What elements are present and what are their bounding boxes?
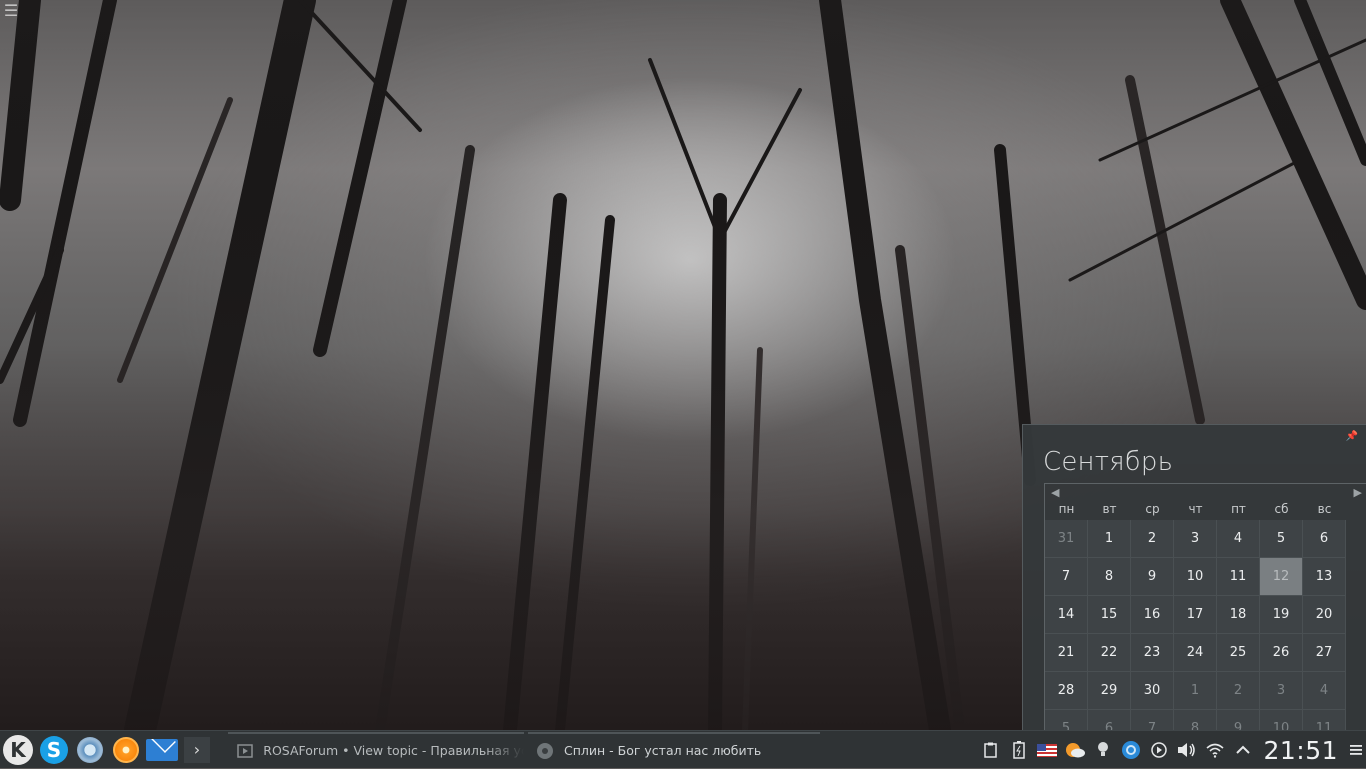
calendar-day[interactable]: 29 [1088,672,1131,710]
digital-clock[interactable]: 21:51 [1263,736,1338,765]
calendar-day[interactable]: 11 [1303,710,1346,730]
chromium-launcher[interactable] [72,732,108,768]
application-menu-button[interactable]: K [0,732,36,768]
calendar-week-row: 7 8 9 10 11 12 13 [1045,558,1366,596]
mail-launcher[interactable] [144,732,180,768]
calendar-day[interactable]: 16 [1131,596,1174,634]
calendar-day[interactable]: 6 [1088,710,1131,730]
orange-app-launcher[interactable] [108,732,144,768]
skype-launcher[interactable]: S [36,732,72,768]
clipboard-icon[interactable] [977,736,1005,764]
previous-month-icon[interactable]: ◀ [1051,486,1059,499]
weekday-label: пт [1231,502,1246,516]
calendar-day[interactable]: 11 [1217,558,1260,596]
media-play-icon[interactable] [1145,736,1173,764]
taskbar: K S › ROSAForum • View topic - Правильна… [0,730,1366,768]
lightbulb-icon[interactable] [1089,736,1117,764]
skype-icon: S [40,735,68,764]
calendar-day[interactable]: 20 [1303,596,1346,634]
media-player-icon [536,742,554,760]
calendar-day[interactable]: 2 [1131,520,1174,558]
window-icon [236,742,253,760]
calendar-grid: ◀ ▶ пн вт ср чт пт сб вс 31 1 2 3 4 5 6 7 8 9 10 11 12 13 14… [1044,483,1366,730]
task-title: Сплин - Бог устал нас любить [564,743,762,758]
task-rosaforum[interactable]: ROSAForum • View topic - Правильная уст [228,731,524,768]
calendar-day[interactable]: 10 [1260,710,1303,730]
weekday-label: вт [1102,502,1117,516]
calendar-day[interactable]: 7 [1045,558,1088,596]
calendar-day[interactable]: 4 [1303,672,1346,710]
next-month-icon[interactable]: ▶ [1354,486,1362,499]
weekday-label: сб [1274,502,1289,516]
calendar-day[interactable]: 1 [1088,520,1131,558]
calendar-day[interactable]: 4 [1217,520,1260,558]
network-browser-icon[interactable] [1117,736,1145,764]
weekday-label: ср [1145,502,1160,516]
kde-menu-icon: K [3,734,33,765]
calendar-day[interactable]: 21 [1045,634,1088,672]
weekday-label: вс [1317,502,1332,516]
calendar-week-row: 31 1 2 3 4 5 6 [1045,520,1366,558]
calendar-day[interactable]: 5 [1260,520,1303,558]
weekday-label: чт [1188,502,1203,516]
calendar-day[interactable]: 18 [1217,596,1260,634]
calendar-day[interactable]: 6 [1303,520,1346,558]
battery-icon[interactable] [1005,736,1033,764]
calendar-day[interactable]: 3 [1260,672,1303,710]
calendar-day[interactable]: 22 [1088,634,1131,672]
calendar-day[interactable]: 13 [1303,558,1346,596]
task-media-player[interactable]: Сплин - Бог устал нас любить [528,731,820,768]
calendar-day[interactable]: 30 [1131,672,1174,710]
calendar-day[interactable]: 24 [1174,634,1217,672]
calendar-day[interactable]: 27 [1303,634,1346,672]
calendar-day[interactable]: 9 [1217,710,1260,730]
calendar-day[interactable]: 2 [1217,672,1260,710]
calendar-day[interactable]: 10 [1174,558,1217,596]
calendar-day[interactable]: 15 [1088,596,1131,634]
calendar-day[interactable]: 12 [1260,558,1303,596]
calendar-day[interactable]: 26 [1260,634,1303,672]
calendar-popup: 📌 Сентябрь ◀ ▶ пн вт ср чт пт сб вс 31 1 2 3 4 5 6 7 8… [1022,424,1366,730]
hamburger-icon[interactable]: ☰ [2,2,20,20]
calendar-day[interactable]: 7 [1131,710,1174,730]
weekday-header-row: пн вт ср чт пт сб вс [1045,484,1366,520]
chromium-icon [77,736,103,763]
calendar-day[interactable]: 17 [1174,596,1217,634]
mail-icon [146,738,178,761]
calendar-day[interactable]: 28 [1045,672,1088,710]
orange-app-icon [113,736,139,763]
calendar-week-row: 14 15 16 17 18 19 20 [1045,596,1366,634]
menu-icon[interactable] [1346,736,1366,764]
calendar-week-row: 28 29 30 1 2 3 4 [1045,672,1366,710]
calendar-week-row: 21 22 23 24 25 26 27 [1045,634,1366,672]
chevron-up-icon[interactable] [1229,736,1257,764]
calendar-month-title[interactable]: Сентябрь [1043,447,1173,477]
wifi-icon[interactable] [1201,736,1229,764]
calendar-day[interactable]: 1 [1174,672,1217,710]
calendar-day[interactable]: 14 [1045,596,1088,634]
task-title: ROSAForum • View topic - Правильная уст [263,743,524,758]
calendar-day[interactable]: 9 [1131,558,1174,596]
calendar-day[interactable]: 8 [1088,558,1131,596]
calendar-day[interactable]: 25 [1217,634,1260,672]
calendar-day[interactable]: 3 [1174,520,1217,558]
pin-icon[interactable]: 📌 [1346,431,1358,442]
calendar-day[interactable]: 5 [1045,710,1088,730]
volume-icon[interactable] [1173,736,1201,764]
calendar-day[interactable]: 8 [1174,710,1217,730]
us-flag-keyboard-icon[interactable] [1033,736,1061,764]
chevron-right-icon[interactable]: › [184,736,210,763]
system-tray: 21:51 [977,731,1366,769]
weather-icon[interactable] [1061,736,1089,764]
calendar-day[interactable]: 31 [1045,520,1088,558]
calendar-week-row: 5 6 7 8 9 10 11 [1045,710,1366,730]
calendar-day[interactable]: 19 [1260,596,1303,634]
calendar-day[interactable]: 23 [1131,634,1174,672]
calendar-weeks: 31 1 2 3 4 5 6 7 8 9 10 11 12 13 14 15 16 17 18 19 20 21 22 23 2… [1045,520,1366,730]
